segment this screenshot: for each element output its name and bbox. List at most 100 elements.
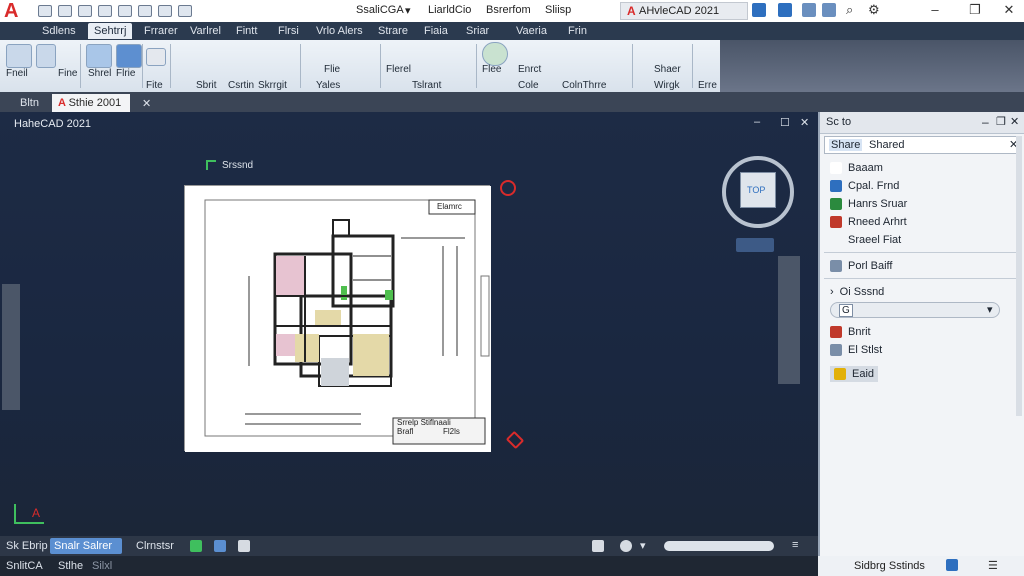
open-icon[interactable]: [58, 5, 72, 17]
new-icon[interactable]: [38, 5, 52, 17]
list-item[interactable]: Porl Baiff: [830, 258, 892, 274]
ribbon-button-5[interactable]: [146, 48, 166, 66]
expand-icon[interactable]: ›: [830, 286, 834, 298]
divider: [824, 278, 1020, 279]
status-bar: Sk Ebrip Snalr Salrer Clrnstsr ▾ ≡: [0, 536, 818, 556]
share-label[interactable]: Sliisp: [545, 4, 571, 16]
tab-featured[interactable]: Vaeria: [510, 23, 553, 39]
command-label-1[interactable]: SnlitCA: [6, 560, 43, 572]
close-icon[interactable]: ✕: [996, 2, 1022, 20]
tab-output[interactable]: Vrlo Alers: [310, 23, 369, 39]
annotation-icon[interactable]: [620, 540, 632, 552]
redo-icon[interactable]: [158, 5, 172, 17]
list-item-label: Sraeel Fiat: [848, 234, 902, 246]
ribbon-button-3[interactable]: [86, 44, 112, 68]
list-item[interactable]: › Oi Sssnd: [830, 284, 884, 300]
viewport-minimize-icon[interactable]: –: [754, 116, 760, 128]
search-label[interactable]: LiarldCio: [428, 4, 471, 16]
palette-scrollbar[interactable]: [1016, 136, 1022, 416]
tab-extra[interactable]: Frin: [562, 23, 593, 39]
palette-footer-icon[interactable]: [946, 559, 958, 571]
ribbon-separator: [80, 44, 81, 88]
navigation-bar[interactable]: [778, 256, 800, 384]
ribbon-button-2[interactable]: [36, 44, 56, 68]
sign-in-label[interactable]: Bsrerfom: [486, 4, 531, 16]
list-item[interactable]: Eaid: [830, 366, 879, 382]
tab-collaborate[interactable]: Fiaia: [418, 23, 454, 39]
tab-annotate[interactable]: Frrarer: [138, 23, 184, 39]
chevron-down-icon[interactable]: ▾: [987, 303, 993, 316]
print-icon[interactable]: [118, 5, 132, 17]
snap-toggle[interactable]: Snalr Salrer: [50, 538, 122, 554]
tab-addins[interactable]: Strare: [372, 23, 414, 39]
new-tab-icon[interactable]: ✕: [136, 94, 157, 112]
ribbon-button-7[interactable]: [482, 42, 508, 66]
settings-icon[interactable]: ⚙: [868, 2, 880, 18]
chevron-down-icon[interactable]: ▾: [405, 4, 411, 17]
palette-footer-menu-icon[interactable]: ☰: [988, 559, 998, 572]
help-icon[interactable]: ⌕: [846, 2, 853, 18]
doc-tab-start[interactable]: Bltn: [14, 94, 45, 112]
ribbon-button-1[interactable]: [6, 44, 32, 68]
ortho-icon[interactable]: [214, 540, 226, 552]
list-item-label: Baaam: [848, 162, 883, 174]
snap-label: Snalr Salrer: [54, 540, 113, 552]
wcs-menu[interactable]: [736, 238, 774, 252]
tab-express[interactable]: Sriar: [460, 23, 495, 39]
workspace-icon[interactable]: [592, 540, 604, 552]
ribbon-panel-label-10: Erre: [698, 80, 717, 91]
ribbon-label-5: Flie: [324, 64, 341, 75]
palette-footer-label: Sidbrg Sstinds: [854, 560, 925, 572]
left-nav-bar[interactable]: [2, 284, 20, 410]
palette-restore-icon[interactable]: ❐: [996, 115, 1006, 128]
list-item[interactable]: Sraeel Fiat: [830, 232, 901, 248]
viewport-close-icon[interactable]: ✕: [800, 116, 809, 129]
list-item[interactable]: El Stlst: [830, 342, 882, 358]
tab-view[interactable]: Fintt: [230, 23, 263, 39]
status-menu-icon[interactable]: ≡: [792, 539, 798, 551]
palette-title: Sc to: [826, 116, 852, 128]
palette-dropdown[interactable]: G ▾: [830, 302, 1000, 318]
exchange-icon[interactable]: [752, 3, 766, 17]
undo-icon[interactable]: [138, 5, 152, 17]
chevron-down-icon[interactable]: ▾: [640, 539, 646, 552]
minimize-icon[interactable]: –: [922, 2, 948, 20]
grid-icon[interactable]: [190, 540, 202, 552]
ribbon-button-4[interactable]: [116, 44, 142, 68]
palette-close-icon[interactable]: ✕: [1010, 115, 1019, 128]
save-icon[interactable]: [78, 5, 92, 17]
app-logo-icon[interactable]: A: [4, 0, 18, 23]
tab-home[interactable]: Sdlens: [36, 23, 82, 39]
dropdown-value: G: [839, 304, 853, 317]
doc-tab-drawing[interactable]: A Sthie 2001: [52, 94, 130, 112]
tab-manage[interactable]: Flrsi: [272, 23, 305, 39]
ribbon-label-1: Fneil: [6, 68, 28, 79]
floor-plan-sheet[interactable]: Elamrc Srrelp Stiflnaali Brafl Fl2ls: [184, 185, 491, 452]
horizontal-scrollbar[interactable]: [664, 541, 774, 551]
command-label-2[interactable]: Stlhe: [58, 560, 83, 572]
viewcube[interactable]: TOP: [740, 172, 776, 208]
palette-search[interactable]: Share Shared ✕: [824, 136, 1020, 154]
share-icon[interactable]: [178, 5, 192, 17]
list-item[interactable]: Rneed Arhrt: [830, 214, 907, 230]
viewport-maximize-icon[interactable]: ☐: [780, 116, 790, 129]
file-label[interactable]: SsaliCGA: [356, 4, 404, 16]
tab-parametric[interactable]: Varlrel: [184, 23, 227, 39]
list-item-label: El Stlst: [848, 344, 883, 356]
model-tab[interactable]: Sk Ebrip: [6, 540, 48, 552]
list-item[interactable]: Baaam: [830, 160, 883, 176]
maximize-icon[interactable]: ❐: [962, 2, 988, 20]
palette-search-label: Share: [829, 139, 863, 151]
app-store-icon[interactable]: [822, 3, 836, 17]
polar-icon[interactable]: [238, 540, 250, 552]
command-label-3[interactable]: Silxl: [92, 560, 112, 572]
dimension-icon: [830, 216, 842, 228]
tab-insert[interactable]: Sehtrrj: [88, 23, 133, 39]
palette-minimize-icon[interactable]: –: [982, 115, 989, 129]
account-icon[interactable]: [778, 3, 792, 17]
list-item[interactable]: Bnrit: [830, 324, 871, 340]
list-item[interactable]: Hanrs Sruar: [830, 196, 907, 212]
list-item[interactable]: Cpal. Frnd: [830, 178, 899, 194]
save-as-icon[interactable]: [98, 5, 112, 17]
cart-icon[interactable]: [802, 3, 816, 17]
